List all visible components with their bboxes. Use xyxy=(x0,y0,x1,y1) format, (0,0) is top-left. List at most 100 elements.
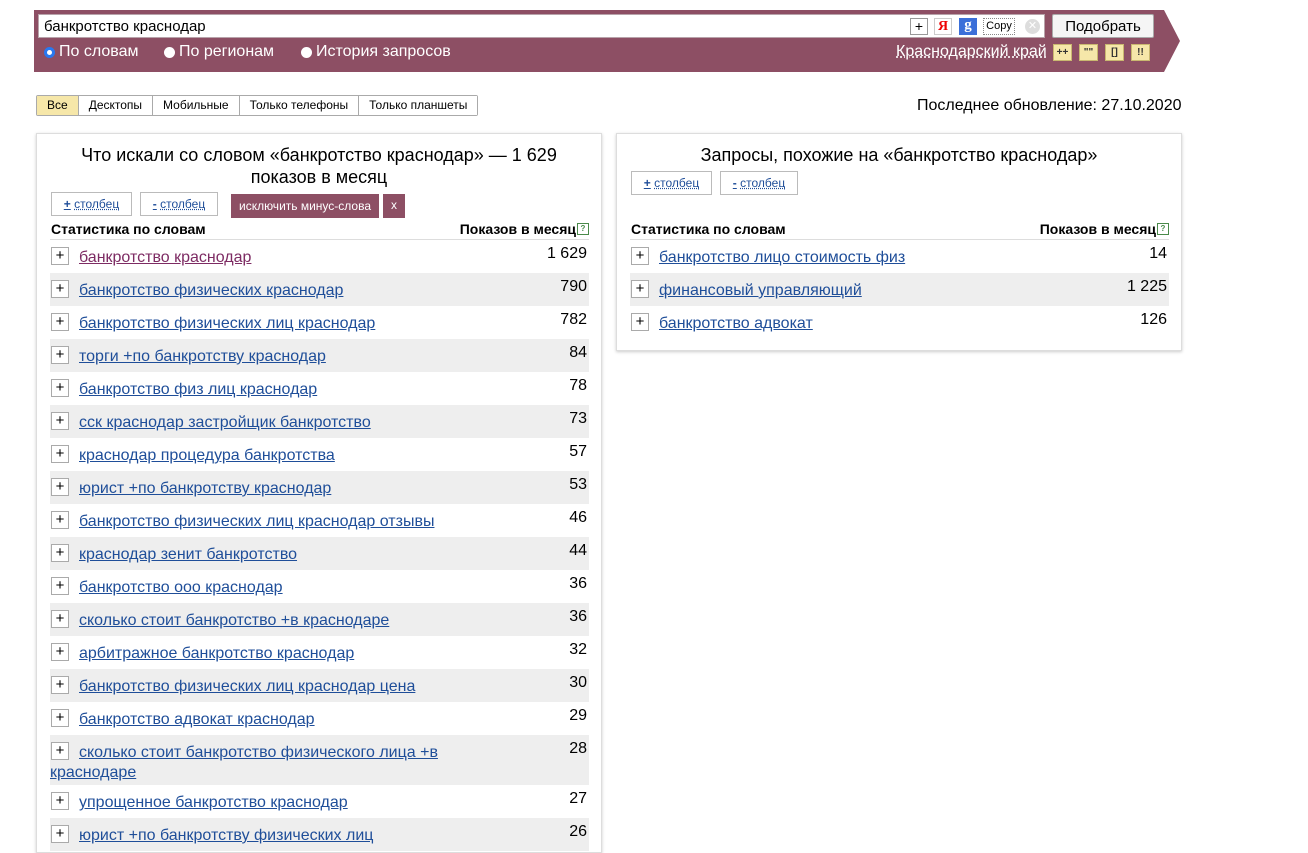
radio-checked-icon[interactable] xyxy=(44,46,55,58)
copy-button[interactable]: Copy xyxy=(983,18,1015,35)
add-phrase-button[interactable]: + xyxy=(51,544,69,562)
phrase-link[interactable]: финансовый управляющий xyxy=(659,281,1089,301)
table-row: + упрощенное банкротство краснодар 27 xyxy=(50,785,589,818)
operator-quotes-button[interactable]: "" xyxy=(1079,44,1098,61)
phrase-link[interactable]: банкротство ооо краснодар xyxy=(79,578,509,598)
phrase-count: 26 xyxy=(569,823,587,840)
table-row: + банкротство ооо краснодар 36 xyxy=(50,570,589,603)
mode-label: История запросов xyxy=(316,43,451,60)
add-phrase-button[interactable]: + xyxy=(51,643,69,661)
table-row: + банкротство физических лиц краснодар це… xyxy=(50,669,589,702)
add-phrase-button[interactable]: + xyxy=(51,280,69,298)
search-box: + Я g Copy ✕ xyxy=(38,14,1045,38)
mode-by-words[interactable]: По словам xyxy=(44,43,138,61)
help-icon[interactable]: ? xyxy=(577,223,589,235)
phrase-link[interactable]: краснодар процедура банкротства xyxy=(79,446,509,466)
panel-title: Запросы, похожие на «банкротство краснод… xyxy=(700,145,1098,165)
exclude-minus-words-button[interactable]: исключить минус-слова xyxy=(231,194,379,218)
add-phrase-button[interactable]: + xyxy=(51,825,69,843)
add-column-button[interactable]: + столбец xyxy=(631,171,712,195)
table-row: + сколько стоит банкротство физического л… xyxy=(50,735,589,785)
help-icon[interactable]: ? xyxy=(1157,223,1169,235)
tab-tablets-only[interactable]: Только планшеты xyxy=(359,96,478,115)
add-column-button[interactable]: + столбец xyxy=(51,192,132,216)
add-phrase-button[interactable]: + xyxy=(631,280,649,298)
tab-mobile[interactable]: Мобильные xyxy=(153,96,240,115)
phrase-count: 30 xyxy=(569,674,587,691)
phrase-count: 84 xyxy=(569,344,587,361)
add-phrase-button[interactable]: + xyxy=(51,577,69,595)
phrase-link[interactable]: банкротство физических лиц краснодар xyxy=(79,314,509,334)
phrase-count: 14 xyxy=(1149,245,1167,262)
google-search-icon[interactable]: g xyxy=(959,18,977,35)
phrase-link[interactable]: упрощенное банкротство краснодар xyxy=(79,793,509,813)
table-row: + краснодар зенит банкротство 44 xyxy=(50,537,589,570)
add-column-label: столбец xyxy=(654,176,700,190)
phrase-link[interactable]: банкротство физических краснодар xyxy=(79,281,509,301)
phrase-link[interactable]: юрист +по банкротству физических лиц xyxy=(79,826,509,846)
add-phrase-button[interactable]: + xyxy=(631,313,649,331)
tab-all[interactable]: Все xyxy=(37,96,79,115)
phrase-count: 790 xyxy=(560,278,587,295)
phrase-link[interactable]: банкротство краснодар xyxy=(79,248,509,268)
phrase-link[interactable]: сколько стоит банкротство +в краснодаре xyxy=(79,611,509,631)
phrase-link[interactable]: банкротство адвокат краснодар xyxy=(79,710,509,730)
phrase-count: 36 xyxy=(569,575,587,592)
phrase-link[interactable]: краснодар зенит банкротство xyxy=(79,545,509,565)
phrase-count: 53 xyxy=(569,476,587,493)
operator-exclamation-button[interactable]: !! xyxy=(1131,44,1150,61)
table-row: + юрист +по банкротству физических лиц 26 xyxy=(50,818,589,851)
phrase-link[interactable]: сск краснодар застройщик банкротство xyxy=(79,413,509,433)
phrase-link[interactable]: сколько стоит банкротство физического ли… xyxy=(50,743,509,783)
exclude-minus-close-button[interactable]: x xyxy=(383,194,405,218)
mode-history[interactable]: История запросов xyxy=(301,43,451,61)
radio-icon[interactable] xyxy=(301,46,312,58)
similar-queries-panel: Запросы, похожие на «банкротство краснод… xyxy=(616,133,1182,351)
region-link[interactable]: Краснодарский край xyxy=(896,43,1047,61)
add-phrase-button[interactable]: + xyxy=(51,792,69,810)
add-phrase-button[interactable]: + xyxy=(51,511,69,529)
add-phrase-button[interactable]: + xyxy=(51,709,69,727)
tab-desktops[interactable]: Десктопы xyxy=(78,96,154,115)
table-row: + банкротство физических лиц краснодар от… xyxy=(50,504,589,537)
add-phrase-button[interactable]: + xyxy=(51,313,69,331)
phrase-link[interactable]: банкротство физических лиц краснодар цен… xyxy=(79,677,509,697)
phrase-count: 44 xyxy=(569,542,587,559)
phrase-link[interactable]: банкротство лицо стоимость физ xyxy=(659,248,1089,268)
table-row: + банкротство адвокат 126 xyxy=(630,306,1169,339)
operator-brackets-button[interactable]: [] xyxy=(1105,44,1124,61)
add-phrase-button[interactable]: + xyxy=(51,445,69,463)
pick-button[interactable]: Подобрать xyxy=(1052,14,1154,38)
tab-phones-only[interactable]: Только телефоны xyxy=(239,96,360,115)
phrase-count: 32 xyxy=(569,641,587,658)
operator-plus-button[interactable]: ++ xyxy=(1053,44,1072,61)
add-phrase-button[interactable]: + xyxy=(631,247,649,265)
mode-label: По регионам xyxy=(179,43,275,60)
add-phrase-button[interactable]: + xyxy=(51,610,69,628)
add-phrase-button[interactable]: + xyxy=(51,346,69,364)
table-row: + банкротство адвокат краснодар 29 xyxy=(50,702,589,735)
phrase-link[interactable]: банкротство физ лиц краснодар xyxy=(79,380,509,400)
phrase-link[interactable]: банкротство адвокат xyxy=(659,314,1089,334)
phrase-link[interactable]: банкротство физических лиц краснодар отз… xyxy=(79,512,509,532)
phrase-count: 782 xyxy=(560,311,587,328)
phrase-link[interactable]: юрист +по банкротству краснодар xyxy=(79,479,509,499)
radio-icon[interactable] xyxy=(164,46,175,58)
search-input[interactable] xyxy=(44,17,904,35)
mode-by-regions[interactable]: По регионам xyxy=(164,43,274,61)
remove-column-button[interactable]: - столбец xyxy=(720,171,798,195)
yandex-search-icon[interactable]: Я xyxy=(934,18,952,35)
phrase-link[interactable]: торги +по банкротству краснодар xyxy=(79,347,509,367)
remove-column-button[interactable]: - столбец xyxy=(140,192,218,216)
words-panel: Что искали со словом «банкротство красно… xyxy=(36,133,602,853)
add-phrase-button[interactable]: + xyxy=(51,478,69,496)
table-row: + сск краснодар застройщик банкротство 73 xyxy=(50,405,589,438)
add-operator-button[interactable]: + xyxy=(910,18,928,35)
add-column-label: столбец xyxy=(74,197,120,211)
add-phrase-button[interactable]: + xyxy=(51,379,69,397)
add-phrase-button[interactable]: + xyxy=(51,247,69,265)
phrase-link[interactable]: арбитражное банкротство краснодар xyxy=(79,644,509,664)
add-phrase-button[interactable]: + xyxy=(51,412,69,430)
add-phrase-button[interactable]: + xyxy=(51,676,69,694)
clear-icon[interactable]: ✕ xyxy=(1025,19,1040,34)
